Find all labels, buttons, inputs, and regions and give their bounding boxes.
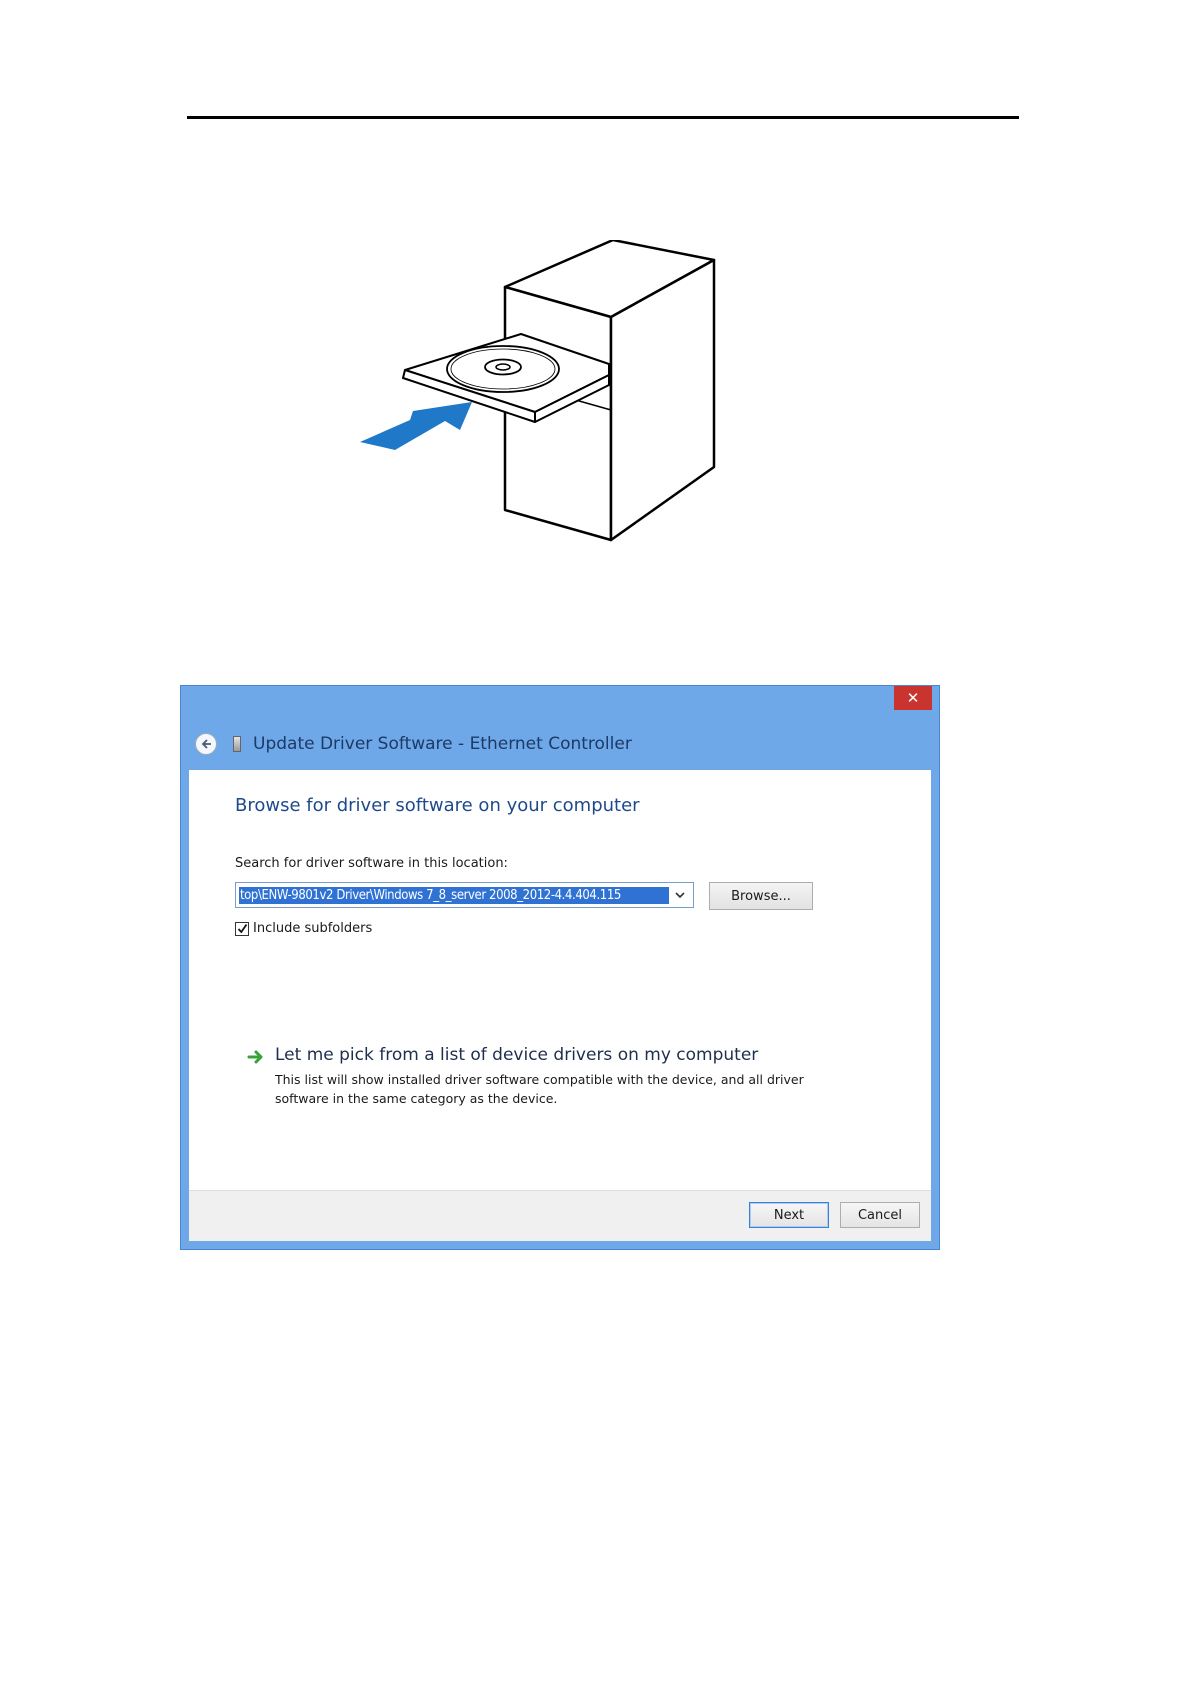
pick-from-list-description: This list will show installed driver sof…	[275, 1072, 804, 1106]
pick-from-list-title[interactable]: Let me pick from a list of device driver…	[275, 1045, 758, 1065]
search-location-label: Search for driver software in this locat…	[235, 856, 508, 871]
checkmark-icon	[237, 923, 247, 934]
cancel-button[interactable]: Cancel	[840, 1202, 920, 1228]
top-rule	[187, 116, 1019, 119]
window-title: Update Driver Software - Ethernet Contro…	[253, 734, 632, 754]
update-driver-dialog: ✕ Update Driver Software - Ethernet Cont…	[180, 685, 940, 1250]
include-subfolders-label: Include subfolders	[253, 921, 373, 936]
green-arrow-icon	[247, 1050, 263, 1064]
insert-arrow-icon	[360, 402, 472, 450]
device-icon	[233, 736, 241, 752]
back-arrow-icon	[201, 739, 211, 749]
back-button[interactable]	[195, 733, 217, 755]
dialog-footer: Next Cancel	[189, 1190, 931, 1241]
title-bar: Update Driver Software - Ethernet Contro…	[195, 729, 632, 759]
next-button[interactable]: Next	[749, 1202, 829, 1228]
insert-cd-illustration	[360, 240, 716, 542]
location-combobox[interactable]: top\ENW-9801v2 Driver\Windows 7_8_server…	[235, 882, 694, 908]
chevron-down-icon	[675, 891, 685, 898]
browse-button[interactable]: Browse...	[709, 882, 813, 910]
dialog-content: Browse for driver software on your compu…	[189, 770, 931, 1241]
page-heading: Browse for driver software on your compu…	[235, 795, 640, 816]
include-subfolders-checkbox[interactable]: Include subfolders	[235, 921, 372, 936]
close-button[interactable]: ✕	[894, 686, 932, 710]
location-input-value[interactable]: top\ENW-9801v2 Driver\Windows 7_8_server…	[239, 886, 669, 904]
checkbox-box[interactable]	[235, 921, 249, 936]
combo-dropdown-button[interactable]	[669, 883, 691, 907]
